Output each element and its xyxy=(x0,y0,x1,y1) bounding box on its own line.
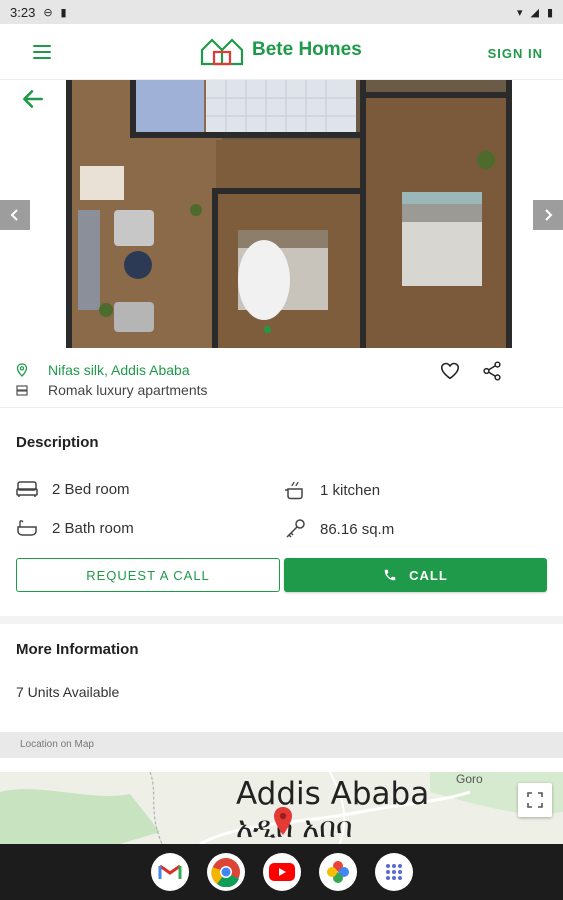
map-section-label: Location on Map xyxy=(0,732,563,758)
key-icon xyxy=(286,519,305,538)
map-fullscreen-button[interactable] xyxy=(518,783,552,817)
bedroom-feature: 2 Bed room xyxy=(16,480,130,498)
description-title: Description xyxy=(16,434,99,451)
bathroom-feature: 2 Bath room xyxy=(16,519,134,537)
sync-icon: ⊖ xyxy=(43,6,53,19)
share-icon[interactable] xyxy=(481,360,503,382)
previous-image-button[interactable] xyxy=(0,200,30,230)
status-time: 3:23 xyxy=(10,4,36,20)
location-text[interactable]: Nifas silk, Addis Ababa xyxy=(48,362,190,378)
fullscreen-icon xyxy=(527,792,543,808)
bed-icon xyxy=(16,481,38,497)
map-place-label: Goro xyxy=(456,772,483,786)
battery-icon: ▮ xyxy=(546,6,553,19)
chevron-right-icon xyxy=(545,209,553,221)
more-information-section: More Information 7 Units Available xyxy=(0,630,563,730)
favorite-heart-icon[interactable] xyxy=(439,360,461,382)
system-taskbar xyxy=(0,844,563,900)
back-arrow-icon[interactable] xyxy=(20,86,46,112)
phone-icon xyxy=(384,569,396,581)
map-city-label: Addis Ababa xyxy=(236,776,430,812)
image-gallery[interactable] xyxy=(0,80,563,348)
units-available-text: 7 Units Available xyxy=(16,684,120,700)
gallery-page-indicator xyxy=(264,326,271,333)
bathroom-text: 2 Bath room xyxy=(52,519,134,537)
area-feature: 86.16 sq.m xyxy=(284,519,394,539)
gmail-icon[interactable] xyxy=(151,853,189,891)
location-pin-icon xyxy=(16,363,28,377)
signal-icon: ◢ xyxy=(530,6,539,19)
chevron-left-icon xyxy=(10,209,18,221)
building-icon xyxy=(16,385,28,396)
menu-icon[interactable] xyxy=(33,45,51,59)
next-image-button[interactable] xyxy=(533,200,563,230)
kitchen-feature: 1 kitchen xyxy=(284,480,380,500)
more-information-title: More Information xyxy=(16,641,139,658)
wifi-icon: ▾ xyxy=(516,6,523,19)
request-call-button[interactable]: REQUEST A CALL xyxy=(16,558,280,592)
map-city-label-amharic: አዲስ አበባ xyxy=(236,810,353,844)
sign-in-button[interactable]: SIGN IN xyxy=(488,46,543,61)
photos-icon[interactable] xyxy=(319,853,357,891)
location-map[interactable]: Goro Addis Ababa አዲስ አበባ xyxy=(0,772,563,844)
call-button[interactable]: CALL xyxy=(284,558,547,592)
listing-actions xyxy=(439,360,503,382)
logo-icon xyxy=(200,38,244,66)
description-section: Description 2 Bed room 1 kitchen 2 Bath … xyxy=(0,410,563,624)
bedroom-text: 2 Bed room xyxy=(52,480,130,498)
chrome-icon[interactable] xyxy=(207,853,245,891)
status-bar: 3:23 ⊖ ▮ ▾ ◢ ▮ xyxy=(0,0,563,24)
brand-name: Bete Homes xyxy=(252,39,362,60)
app-drawer-icon[interactable] xyxy=(375,853,413,891)
location-line: Nifas silk, Addis Ababa xyxy=(16,362,190,378)
kitchen-pot-icon xyxy=(285,481,303,500)
building-name: Romak luxury apartments xyxy=(48,382,208,398)
location-section: Nifas silk, Addis Ababa Romak luxury apa… xyxy=(0,358,563,408)
building-line: Romak luxury apartments xyxy=(16,382,208,398)
call-button-label: CALL xyxy=(409,567,448,583)
kitchen-text: 1 kitchen xyxy=(320,481,381,499)
area-text: 86.16 sq.m xyxy=(320,520,395,538)
brand[interactable]: Bete Homes xyxy=(200,34,362,66)
floor-plan-image xyxy=(66,80,512,348)
bathtub-icon xyxy=(17,520,37,536)
youtube-icon[interactable] xyxy=(263,853,301,891)
sd-card-icon: ▮ xyxy=(60,6,67,19)
map-marker-icon[interactable] xyxy=(272,806,294,836)
app-bar: Bete Homes SIGN IN xyxy=(0,24,563,80)
